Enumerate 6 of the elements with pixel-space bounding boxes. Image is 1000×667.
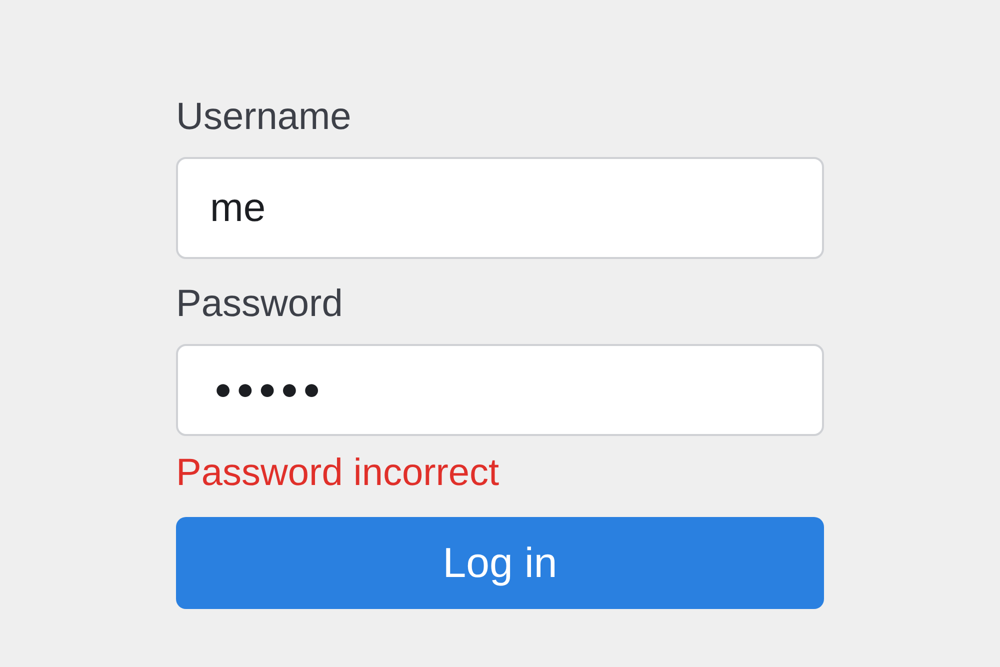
password-field[interactable]: ●●●●● <box>176 344 824 436</box>
error-message: Password incorrect <box>176 451 500 496</box>
field-label: Username <box>176 95 352 140</box>
username-field[interactable]: me <box>176 157 824 259</box>
field-label: Password <box>176 282 343 327</box>
login-button[interactable]: Log in <box>176 517 824 609</box>
